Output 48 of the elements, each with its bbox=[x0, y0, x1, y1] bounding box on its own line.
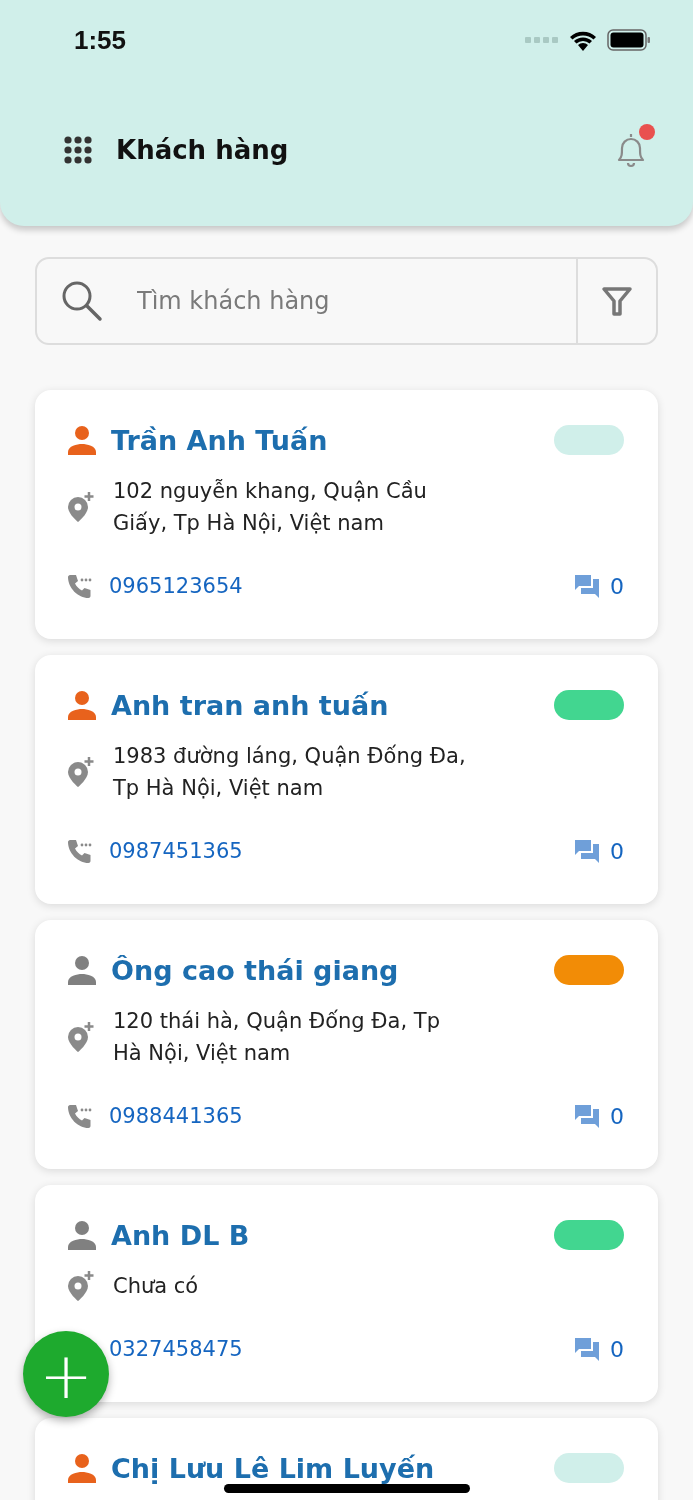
customer-name: Trần Anh Tuấn bbox=[111, 424, 329, 456]
phone-link[interactable]: 0327458475 bbox=[109, 1337, 243, 1361]
customer-address: 1983 đường láng, Quận Đống Đa, Tp Hà Nội, Việt nam bbox=[113, 743, 467, 802]
comment-count: 0 bbox=[610, 573, 624, 599]
status-time: 1:55 bbox=[74, 24, 128, 56]
add-button[interactable]: + bbox=[23, 1331, 109, 1417]
wifi-icon bbox=[569, 29, 597, 51]
add-location-icon bbox=[67, 491, 95, 523]
add-location-icon bbox=[67, 1270, 95, 1302]
comment-count: 0 bbox=[610, 1336, 624, 1362]
chat-icon bbox=[574, 1337, 600, 1361]
search-icon bbox=[61, 280, 103, 322]
signal-icon bbox=[525, 36, 559, 44]
chat-icon bbox=[574, 574, 600, 598]
phone-link[interactable]: 0965123654 bbox=[109, 574, 243, 598]
add-location-icon bbox=[67, 1021, 95, 1053]
customer-card[interactable]: Chị Lưu Lê Lim Luyến bbox=[35, 1418, 658, 1500]
person-icon bbox=[67, 425, 97, 455]
comment-count: 0 bbox=[610, 1103, 624, 1129]
phone-icon bbox=[67, 1103, 93, 1129]
customer-card[interactable]: Ông cao thái giang 120 thái hà, Quận Đống Đa, Tp Hà Nội, Việt nam 0988441365 0 bbox=[35, 920, 658, 1169]
person-icon bbox=[67, 1220, 97, 1250]
phone-icon bbox=[67, 838, 93, 864]
search-input[interactable]: Tìm khách hàng bbox=[135, 270, 576, 332]
page-title: Khách hàng bbox=[116, 135, 290, 165]
phone-icon bbox=[67, 573, 93, 599]
person-icon bbox=[67, 1453, 97, 1483]
person-icon bbox=[67, 690, 97, 720]
apps-grid-icon[interactable] bbox=[64, 136, 92, 164]
customer-card[interactable]: Trần Anh Tuấn 102 nguyễn khang, Quận Cầu Giấy, Tp Hà Nội, Việt nam 0965123654 0 bbox=[35, 390, 658, 639]
battery-icon bbox=[607, 29, 651, 51]
search-field[interactable]: Tìm khách hàng bbox=[35, 257, 658, 345]
chat-icon bbox=[574, 839, 600, 863]
phone-link[interactable]: 0987451365 bbox=[109, 839, 243, 863]
person-icon bbox=[67, 955, 97, 985]
customer-address: 102 nguyễn khang, Quận Cầu Giấy, Tp Hà Nội, Việt nam bbox=[113, 478, 428, 537]
filter-icon bbox=[601, 285, 633, 317]
customer-address: 120 thái hà, Quận Đống Đa, Tp Hà Nội, Việt nam bbox=[113, 1008, 441, 1067]
phone-link[interactable]: 0988441365 bbox=[109, 1104, 243, 1128]
customer-name: Chị Lưu Lê Lim Luyến bbox=[111, 1452, 436, 1484]
customer-card[interactable]: Anh tran anh tuấn 1983 đường láng, Quận Đống Đa, Tp Hà Nội, Việt nam 0987451365 0 bbox=[35, 655, 658, 904]
customer-name: Ông cao thái giang bbox=[111, 954, 400, 986]
customer-address: Chưa có bbox=[113, 1273, 199, 1300]
chat-icon bbox=[574, 1104, 600, 1128]
comment-count: 0 bbox=[610, 838, 624, 864]
customer-name: Anh tran anh tuấn bbox=[111, 689, 390, 721]
customer-name: Anh DL B bbox=[111, 1219, 251, 1251]
add-location-icon bbox=[67, 756, 95, 788]
